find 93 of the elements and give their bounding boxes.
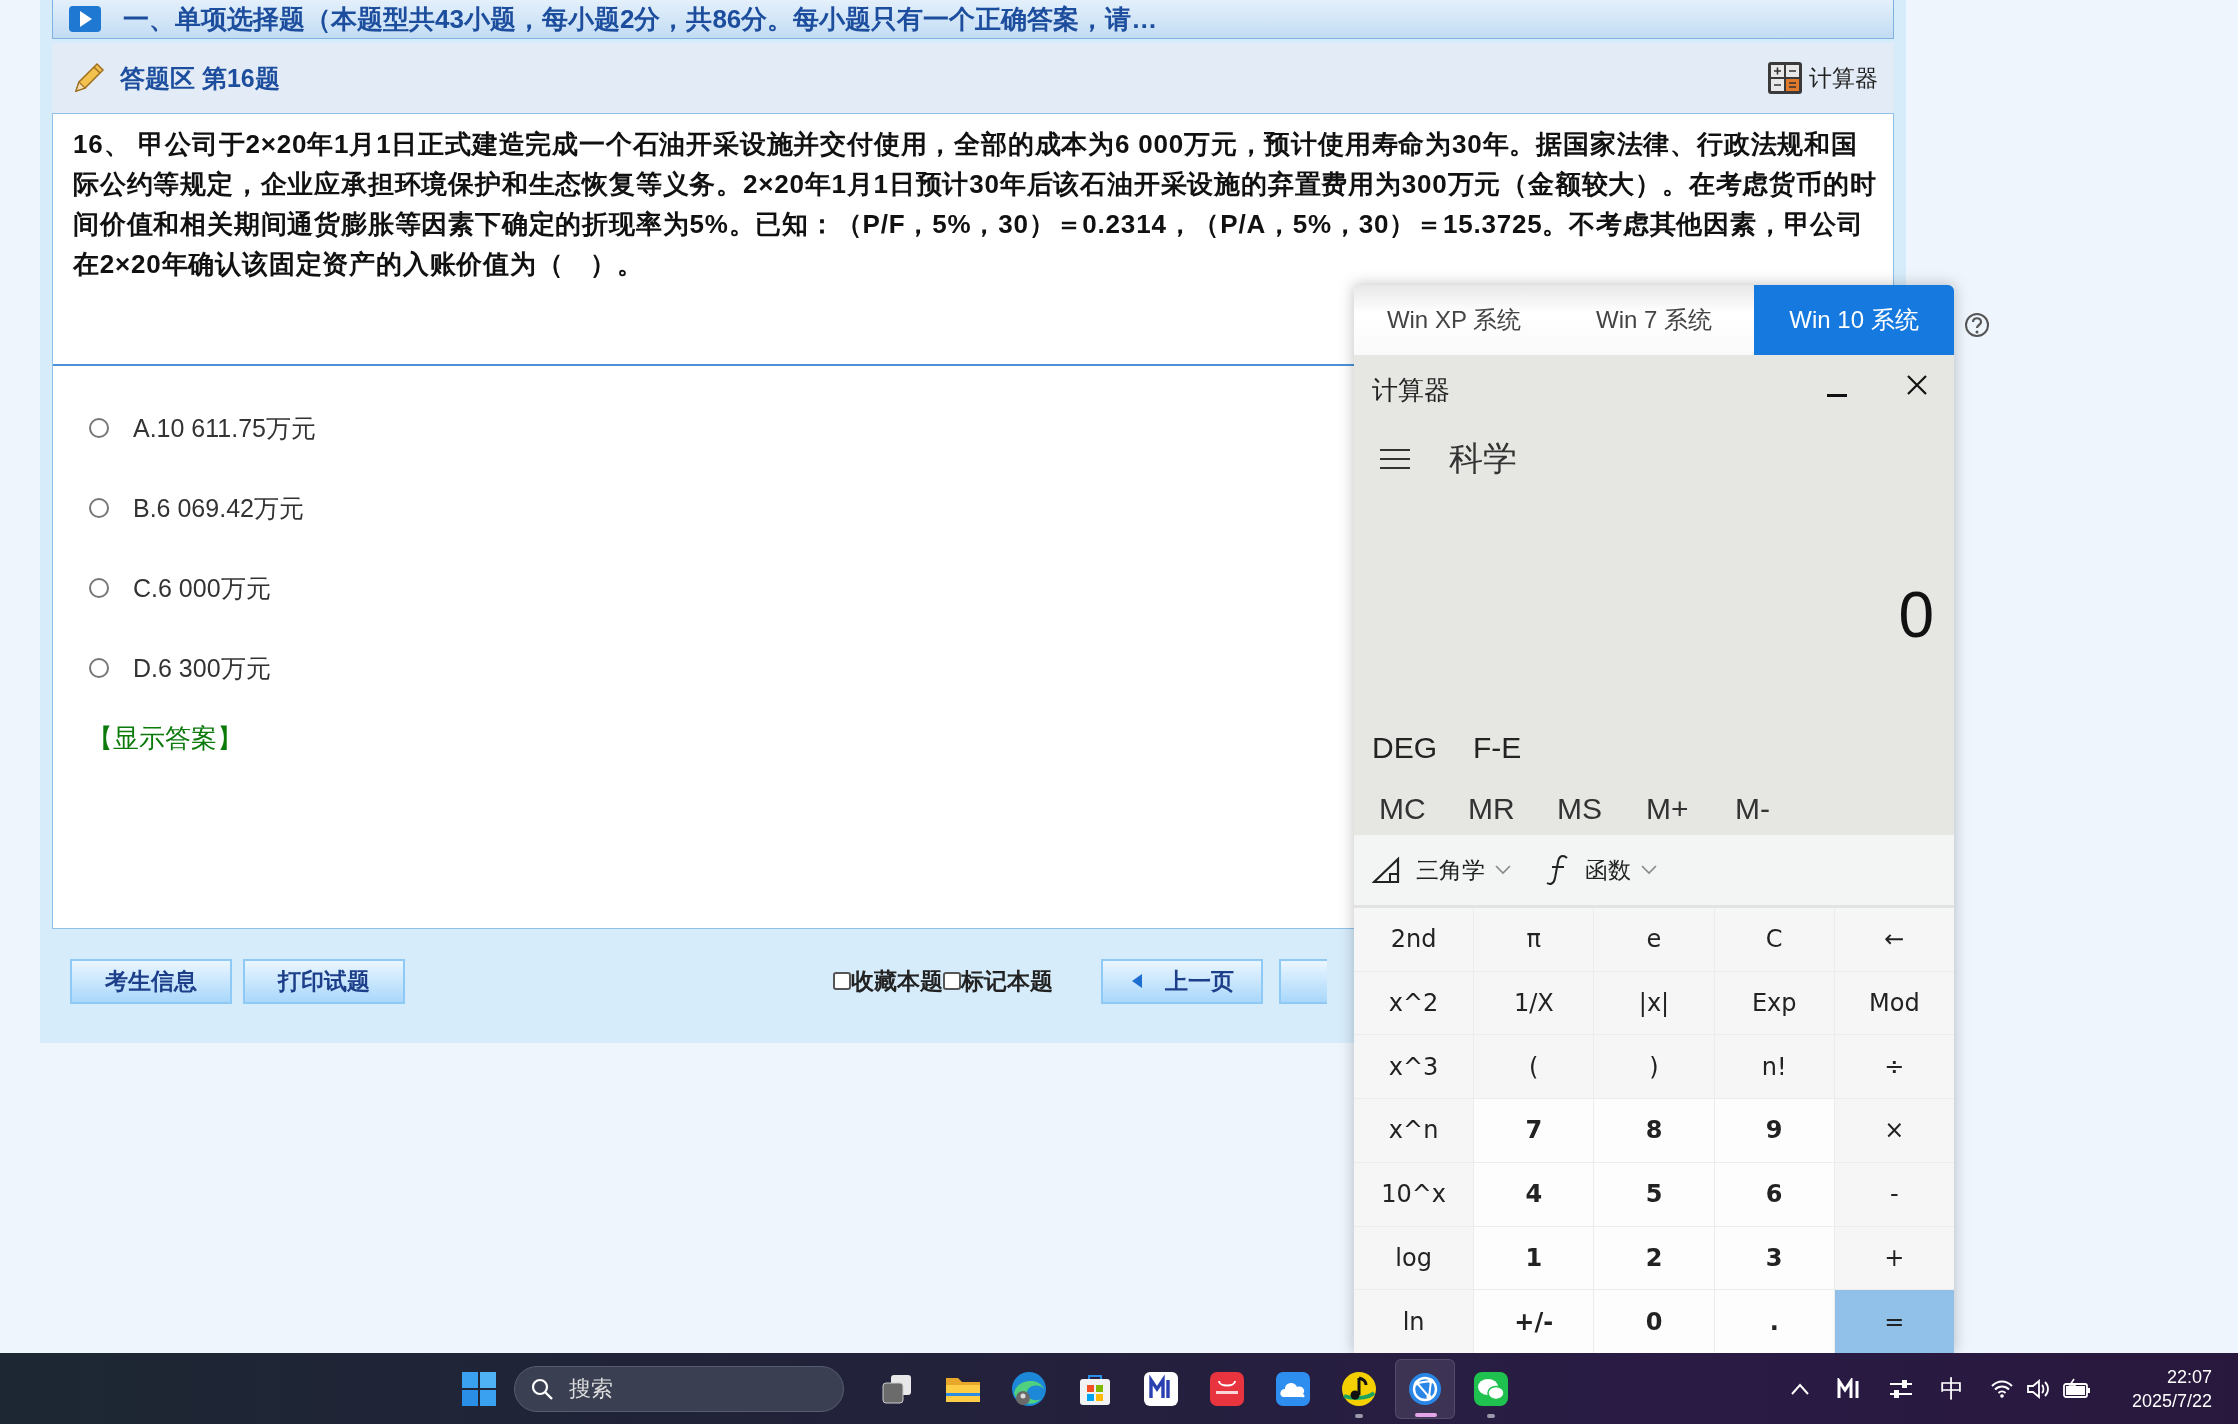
close-icon[interactable] [1906, 374, 1928, 396]
calculator-key[interactable]: 2 [1594, 1226, 1714, 1290]
calculator-key[interactable]: ÷ [1834, 1035, 1954, 1099]
calculator-key[interactable]: π [1474, 908, 1594, 971]
calculator-key[interactable]: = [1834, 1290, 1954, 1353]
radio-button[interactable] [89, 418, 109, 438]
calculator-key[interactable]: C [1714, 908, 1834, 971]
calculator-key[interactable]: 5 [1594, 1162, 1714, 1226]
system-tab[interactable]: Win 10 系统 [1754, 285, 1954, 355]
calculator-key[interactable]: e [1594, 908, 1714, 971]
m-logo-icon[interactable] [1835, 1377, 1862, 1400]
footer-button[interactable]: 考生信息 [70, 958, 232, 1004]
mode-title: 科学 [1449, 438, 1517, 479]
calculator-key[interactable]: 9 [1714, 1099, 1834, 1162]
memory-button[interactable]: M+ [1646, 792, 1696, 826]
calculator-key[interactable]: . [1714, 1290, 1834, 1353]
calculator-key[interactable]: log [1354, 1226, 1474, 1290]
fe-button[interactable]: F-E [1473, 731, 1522, 765]
calculator-key[interactable]: 6 [1714, 1162, 1834, 1226]
search-field[interactable]: 搜索 [514, 1365, 844, 1412]
calculator-key[interactable]: ) [1594, 1035, 1714, 1099]
section-title: 一、单项选择题（本题型共43小题，每小题2分，共86分。每小题只有一个正确答案，请… [123, 2, 1158, 36]
pencil-icon [72, 61, 106, 95]
calculator-key[interactable]: 2nd [1354, 908, 1474, 971]
show-answer-link[interactable]: 【显示答案】 [87, 720, 243, 756]
calculator-key[interactable]: Mod [1834, 971, 1954, 1035]
calculator-key[interactable]: 1 [1474, 1226, 1594, 1290]
radio-button[interactable] [89, 498, 109, 518]
footer-button[interactable]: 打印试题 [243, 958, 405, 1004]
checkbox[interactable] [833, 972, 851, 990]
dropdown-menu[interactable]: 三角学 [1372, 854, 1511, 886]
caret-icon [1130, 973, 1143, 989]
windows-start-icon[interactable] [462, 1371, 496, 1406]
calculator-key[interactable]: × [1834, 1099, 1954, 1162]
option-label[interactable]: D.6 300万元 [133, 651, 271, 685]
calculator-key[interactable]: 1/X [1474, 971, 1594, 1035]
calculator-key[interactable]: 7 [1474, 1099, 1594, 1162]
battery-icon[interactable] [2061, 1377, 2092, 1400]
sliders-icon[interactable] [1887, 1377, 1914, 1400]
question-text: 16、 甲公司于2×20年1月1日正式建造完成一个石油开采设施并交付使用，全部的成本为6 000万元，预计使用寿命为30年。据国家法律、行政法规和国际公约等规定，企业应承担环境保护和生态恢复等义务。2×20年1月1日预计30年后该石油开采设施的弃置费用为300万元（金额较大）。在考虑货币的时间价值和相关期间通货膨胀等因素下确定的折现率为5%。已知：（P/F，5%，30）＝0.2314，（P/A，5%，30）＝15.3725。不考虑其他因素，甲公司在2×20年确认该固定资产的入账价值为（ ）。 [73, 128, 1877, 281]
triangle-icon [1372, 856, 1402, 884]
calculator-button[interactable]: 计算器 [1765, 59, 1880, 97]
chevron-up-icon[interactable] [1789, 1381, 1810, 1396]
calculator-key[interactable]: Exp [1714, 971, 1834, 1035]
calculator-key[interactable]: 4 [1474, 1162, 1594, 1226]
clock-time[interactable]: 22:07 [2166, 1364, 2212, 1389]
radio-button[interactable] [89, 658, 109, 678]
checkbox-label[interactable]: 收藏本题 [851, 965, 943, 997]
option-label[interactable]: B.6 069.42万元 [133, 491, 304, 525]
option-label[interactable]: A.10 611.75万元 [133, 411, 316, 445]
volume-icon[interactable] [2025, 1377, 2050, 1400]
answer-area-title: 答题区 第16题 [120, 62, 280, 94]
calculator-key[interactable]: n! [1714, 1035, 1834, 1099]
checkbox-label[interactable]: 标记本题 [961, 965, 1053, 997]
calculator-key[interactable]: +/- [1474, 1290, 1594, 1353]
help-icon[interactable] [1964, 312, 1990, 338]
calculator-key[interactable]: ← [1834, 908, 1954, 971]
memory-button[interactable]: MR [1468, 792, 1518, 826]
play-icon [69, 6, 101, 32]
calculator-key[interactable]: 0 [1594, 1290, 1714, 1353]
memory-button[interactable]: MS [1557, 792, 1607, 826]
input-method-indicator[interactable]: 中 [1939, 1372, 1964, 1405]
calculator-key[interactable]: x^n [1354, 1099, 1474, 1162]
menu-icon[interactable] [1379, 448, 1411, 470]
calculator-key[interactable]: 3 [1714, 1226, 1834, 1290]
calculator-key[interactable]: |x| [1594, 971, 1714, 1035]
chevron-down-icon [1495, 865, 1511, 875]
dropdown-menu[interactable]: 函数 [1545, 854, 1657, 886]
system-tab[interactable]: Win XP 系统 [1354, 285, 1554, 355]
calculator-key[interactable]: - [1834, 1162, 1954, 1226]
memory-button[interactable]: M- [1735, 792, 1785, 826]
option-label[interactable]: C.6 000万元 [133, 571, 271, 605]
radio-button[interactable] [89, 578, 109, 598]
checkbox[interactable] [943, 972, 961, 990]
search-icon [530, 1376, 554, 1401]
system-tab[interactable]: Win 7 系统 [1554, 285, 1754, 355]
calculator-key[interactable]: 10^x [1354, 1162, 1474, 1226]
calculator-key[interactable]: ln [1354, 1290, 1474, 1353]
clock-date[interactable]: 2025/7/22 [2131, 1388, 2212, 1413]
calculator-key[interactable]: 8 [1594, 1099, 1714, 1162]
calculator-key[interactable]: + [1834, 1226, 1954, 1290]
calculator-icon [1767, 61, 1803, 95]
memory-button[interactable]: MC [1379, 792, 1429, 826]
calculator-key[interactable]: x^3 [1354, 1035, 1474, 1099]
calculator-key[interactable]: ( [1474, 1035, 1594, 1099]
angle-mode-button[interactable]: DEG [1372, 731, 1437, 765]
taskbar-app[interactable] [1395, 1358, 1455, 1419]
display-value: 0 [1898, 578, 1934, 652]
previous-page-button[interactable]: 上一页 [1101, 958, 1263, 1004]
calculator-key[interactable]: x^2 [1354, 971, 1474, 1035]
chevron-down-icon [1641, 865, 1657, 875]
wifi-icon[interactable] [1989, 1378, 2014, 1399]
window-title: 计算器 [1372, 373, 1451, 407]
